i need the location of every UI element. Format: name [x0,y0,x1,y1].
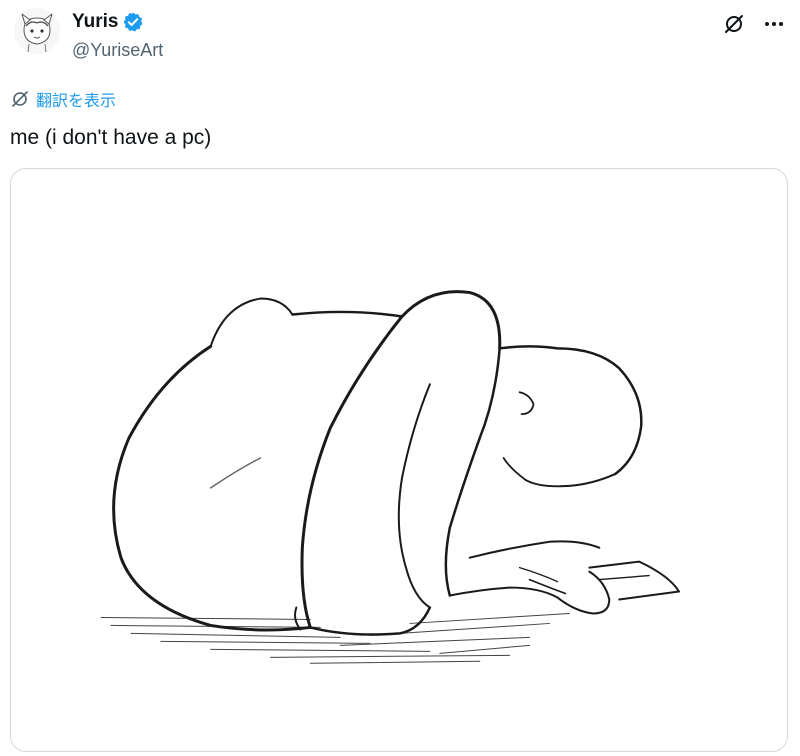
tweet-text: me (i don't have a pc) [10,126,212,149]
verified-badge-icon [122,11,144,33]
translate-icon [10,89,30,114]
avatar-image [14,8,60,54]
tweet-top-actions [722,12,786,36]
author-handle[interactable]: @YuriseArt [72,38,163,62]
grok-icon[interactable] [722,12,746,36]
avatar[interactable] [14,8,60,54]
more-icon[interactable] [762,12,786,36]
translate-label[interactable]: 翻訳を表示 [36,91,116,113]
sketch-illustration [11,169,787,751]
tweet-card: Yuris @YuriseArt 翻訳を表示 me (i don't have … [0,0,800,756]
display-name[interactable]: Yuris [72,10,118,34]
tweet-media-image[interactable] [10,168,788,752]
author-name-row[interactable]: Yuris [72,10,144,34]
translate-post-link[interactable]: 翻訳を表示 [10,89,116,114]
